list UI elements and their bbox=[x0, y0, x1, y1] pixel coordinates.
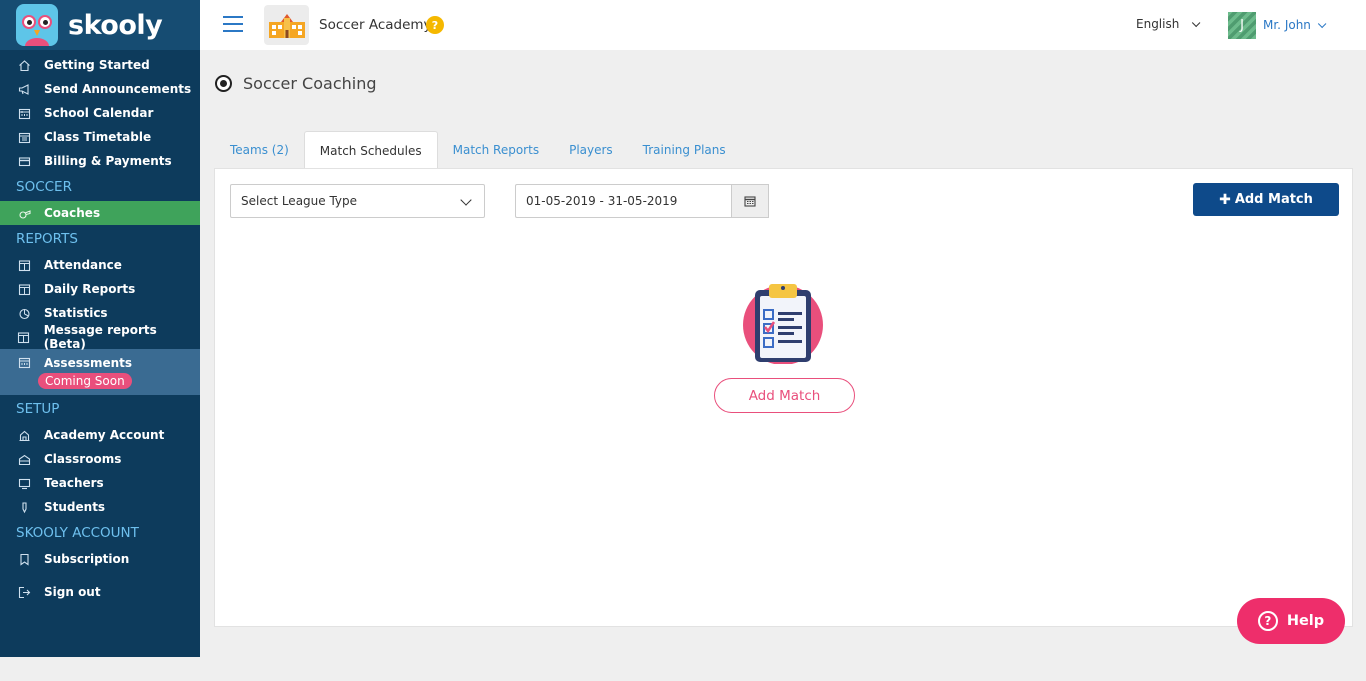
chevron-down-icon bbox=[460, 194, 472, 206]
league-type-value: Select League Type bbox=[241, 194, 358, 208]
tab-training-plans[interactable]: Training Plans bbox=[628, 131, 741, 169]
tab-match-schedules[interactable]: Match Schedules bbox=[303, 131, 438, 169]
help-badge-icon[interactable]: ? bbox=[426, 16, 444, 34]
section-soccer: SOCCER bbox=[16, 179, 72, 195]
sidebar-item-label: Assessments bbox=[44, 355, 133, 370]
help-label: Help bbox=[1286, 613, 1325, 629]
calendar-icon bbox=[17, 106, 31, 120]
sidebar-item-label: Statistics bbox=[44, 306, 108, 320]
match-schedules-panel: Select League Type 01-05-2019 - 31-05-20… bbox=[214, 168, 1353, 627]
student-icon bbox=[17, 500, 31, 514]
pie-icon bbox=[17, 306, 31, 320]
sidebar-item-label: Attendance bbox=[44, 258, 122, 272]
sidebar-item-send-announcements[interactable]: Send Announcements bbox=[0, 77, 200, 101]
sidebar-item-teachers[interactable]: Teachers bbox=[0, 471, 200, 495]
sidebar-item-daily-reports[interactable]: Daily Reports bbox=[0, 277, 200, 301]
school-logo-icon bbox=[264, 5, 309, 45]
sidebar-item-label: Getting Started bbox=[44, 58, 150, 72]
bookmark-icon bbox=[17, 552, 31, 566]
sidebar-item-label: Students bbox=[44, 500, 106, 514]
sidebar-item-label: Academy Account bbox=[44, 428, 165, 442]
school-name[interactable]: Soccer Academy bbox=[319, 17, 432, 33]
chevron-down-icon bbox=[1317, 19, 1327, 29]
date-range-input[interactable]: 01-05-2019 - 31-05-2019 bbox=[515, 184, 732, 218]
sidebar-item-classrooms[interactable]: Classrooms bbox=[0, 447, 200, 471]
owl-logo-icon bbox=[16, 4, 58, 46]
whistle-icon bbox=[17, 206, 31, 220]
sidebar-item-label: Teachers bbox=[44, 476, 104, 490]
brand-name: skooly bbox=[68, 9, 163, 41]
plus-icon: ✚ bbox=[1219, 191, 1231, 208]
add-match-button[interactable]: ✚ Add Match bbox=[1193, 183, 1339, 216]
report-icon bbox=[17, 282, 31, 296]
card-icon bbox=[17, 154, 31, 168]
timetable-icon bbox=[17, 130, 31, 144]
tab-players[interactable]: Players bbox=[554, 131, 628, 169]
sidebar-item-label: Daily Reports bbox=[44, 282, 136, 296]
sidebar-item-label: Classrooms bbox=[44, 452, 122, 466]
sign-out-button[interactable]: Sign out bbox=[0, 580, 200, 604]
sidebar-item-message-reports[interactable]: Message reports (Beta) bbox=[0, 323, 200, 351]
sidebar-item-label: Send Announcements bbox=[44, 82, 192, 96]
classroom-icon bbox=[17, 452, 31, 466]
sidebar-item-label: Subscription bbox=[44, 552, 130, 566]
section-reports: REPORTS bbox=[16, 231, 78, 247]
calendar-icon bbox=[17, 356, 31, 370]
logo-bar[interactable]: skooly bbox=[0, 0, 200, 50]
sign-out-label: Sign out bbox=[44, 585, 101, 599]
soccer-ball-icon bbox=[215, 75, 232, 92]
sidebar-item-label: Class Timetable bbox=[44, 130, 152, 144]
tab-match-reports[interactable]: Match Reports bbox=[438, 131, 554, 169]
tab-bar: Teams (2) Match Schedules Match Reports … bbox=[215, 131, 741, 169]
sidebar-item-statistics[interactable]: Statistics bbox=[0, 301, 200, 325]
sidebar-item-attendance[interactable]: Attendance bbox=[0, 253, 200, 277]
page-heading: Soccer Coaching bbox=[215, 74, 377, 93]
sidebar-item-label: Coaches bbox=[44, 206, 101, 220]
section-skooly-account: SKOOLY ACCOUNT bbox=[16, 525, 139, 541]
avatar[interactable]: J bbox=[1228, 12, 1256, 39]
sidebar-item-subscription[interactable]: Subscription bbox=[0, 547, 200, 571]
empty-state-add-match-button[interactable]: Add Match bbox=[714, 378, 855, 413]
add-match-label: Add Match bbox=[1234, 192, 1313, 207]
sidebar-item-label: Message reports (Beta) bbox=[43, 323, 157, 351]
coming-soon-badge: Coming Soon bbox=[38, 372, 132, 389]
language-dropdown[interactable]: English bbox=[1136, 17, 1201, 31]
page-title: Soccer Coaching bbox=[243, 74, 377, 93]
sidebar-item-billing-payments[interactable]: Billing & Payments bbox=[0, 149, 200, 173]
building-icon bbox=[17, 428, 31, 442]
league-type-select[interactable]: Select League Type bbox=[230, 184, 485, 218]
chevron-down-icon bbox=[1192, 18, 1201, 28]
report-icon bbox=[17, 330, 31, 344]
sidebar-item-class-timetable[interactable]: Class Timetable bbox=[0, 125, 200, 149]
clipboard-checklist-icon bbox=[743, 284, 823, 364]
sidebar-item-getting-started[interactable]: Getting Started bbox=[0, 53, 200, 77]
sidebar-item-school-calendar[interactable]: School Calendar bbox=[0, 101, 200, 125]
megaphone-icon bbox=[17, 82, 31, 96]
sidebar-item-academy-account[interactable]: Academy Account bbox=[0, 423, 200, 447]
top-header: Soccer Academy ? English J Mr. John bbox=[200, 0, 1366, 50]
sidebar: skooly Getting Started Send Announcement… bbox=[0, 0, 200, 657]
sidebar-item-students[interactable]: Students bbox=[0, 495, 200, 519]
language-label: English bbox=[1136, 17, 1180, 31]
menu-toggle-icon[interactable] bbox=[223, 16, 243, 32]
calendar-icon bbox=[744, 196, 756, 207]
home-icon bbox=[17, 58, 31, 72]
user-name: Mr. John bbox=[1263, 18, 1311, 32]
question-icon: ? bbox=[1257, 611, 1278, 631]
sidebar-item-label: Billing & Payments bbox=[44, 154, 172, 168]
calendar-picker-button[interactable] bbox=[731, 184, 769, 218]
teacher-icon bbox=[17, 476, 31, 490]
tab-teams[interactable]: Teams (2) bbox=[215, 131, 304, 169]
sidebar-item-assessments[interactable]: Assessments Coming Soon bbox=[0, 349, 200, 395]
report-icon bbox=[17, 258, 31, 272]
sidebar-item-label: School Calendar bbox=[44, 106, 154, 120]
sidebar-item-coaches[interactable]: Coaches bbox=[0, 201, 200, 225]
section-setup: SETUP bbox=[16, 401, 60, 417]
help-button[interactable]: ? Help bbox=[1237, 598, 1345, 644]
sign-out-icon bbox=[17, 585, 31, 599]
user-menu[interactable]: Mr. John bbox=[1263, 18, 1327, 32]
